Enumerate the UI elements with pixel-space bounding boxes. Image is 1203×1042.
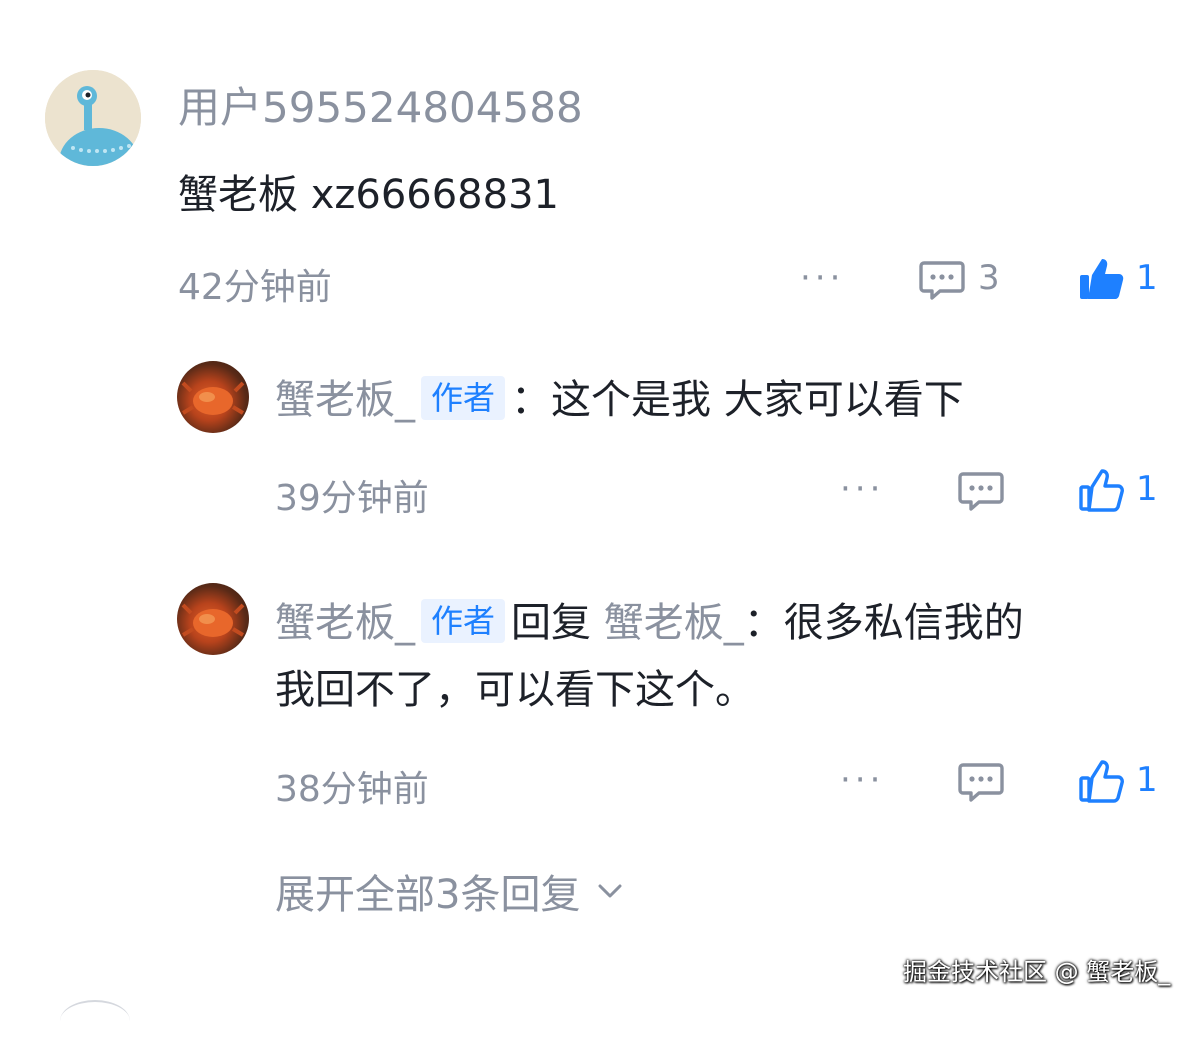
next-avatar-edge <box>60 1000 130 1042</box>
reply-colon: ： <box>743 600 784 646</box>
like-button[interactable] <box>1078 255 1126 303</box>
comment-bubble-icon <box>958 472 1004 511</box>
reply-button[interactable] <box>957 757 1005 805</box>
comment-username[interactable]: 用户595524804588 <box>178 74 583 135</box>
reply-word: 回复 <box>511 600 592 646</box>
comment-bubble-icon <box>919 261 965 300</box>
reply-time: 39分钟前 <box>275 478 429 519</box>
chevron-down-icon <box>598 884 622 898</box>
expand-replies-label: 展开全部3条回复 <box>275 872 581 918</box>
reply-time: 38分钟前 <box>275 769 429 810</box>
reply-colon: ： <box>511 377 552 423</box>
more-options-icon[interactable]: ··· <box>800 258 844 298</box>
reply-author[interactable]: 蟹老板_ <box>275 600 415 646</box>
reply-to-user[interactable]: 蟹老板_ <box>604 600 744 646</box>
reply-content: 蟹老板_ 作者 ：这个是我 大家可以看下 <box>275 372 964 428</box>
avatar[interactable] <box>45 70 141 166</box>
reply-button[interactable] <box>918 255 966 303</box>
more-options-icon[interactable]: ··· <box>840 469 884 509</box>
like-count: 1 <box>1136 469 1158 509</box>
reply-author[interactable]: 蟹老板_ <box>275 377 415 423</box>
crab-avatar-icon <box>181 603 245 637</box>
reply-avatar[interactable] <box>177 583 249 655</box>
octopus-avatar-icon <box>45 70 141 166</box>
author-badge: 作者 <box>421 599 506 643</box>
comment-bubble-icon <box>958 763 1004 802</box>
like-button[interactable] <box>1078 466 1126 514</box>
reply-count: 3 <box>978 258 1000 298</box>
more-options-icon[interactable]: ··· <box>840 760 884 800</box>
thumbs-up-outline-icon <box>1079 469 1124 512</box>
reply-button[interactable] <box>957 466 1005 514</box>
expand-replies-button[interactable]: 展开全部3条回复 <box>275 862 626 920</box>
crab-avatar-icon <box>181 381 245 415</box>
reply-text: 很多私信我的 <box>783 600 1024 646</box>
like-count: 1 <box>1136 760 1158 800</box>
reply-text: 这个是我 大家可以看下 <box>551 377 964 423</box>
comment-time: 42分钟前 <box>178 267 332 308</box>
thumbs-up-outline-icon <box>1079 760 1124 803</box>
thumbs-up-filled-icon <box>1080 259 1124 299</box>
author-badge: 作者 <box>421 376 506 420</box>
watermark: 掘金技术社区 @ 蟹老板_ <box>903 958 1171 986</box>
like-count: 1 <box>1136 258 1158 298</box>
comment-text: 蟹老板 xz66668831 <box>178 172 559 218</box>
reply-avatar[interactable] <box>177 361 249 433</box>
reply-content: 蟹老板_ 作者 回复 蟹老板_：很多私信我的 <box>275 595 1024 651</box>
reply-text-continued: 我回不了，可以看下这个。 <box>275 667 755 713</box>
like-button[interactable] <box>1078 757 1126 805</box>
